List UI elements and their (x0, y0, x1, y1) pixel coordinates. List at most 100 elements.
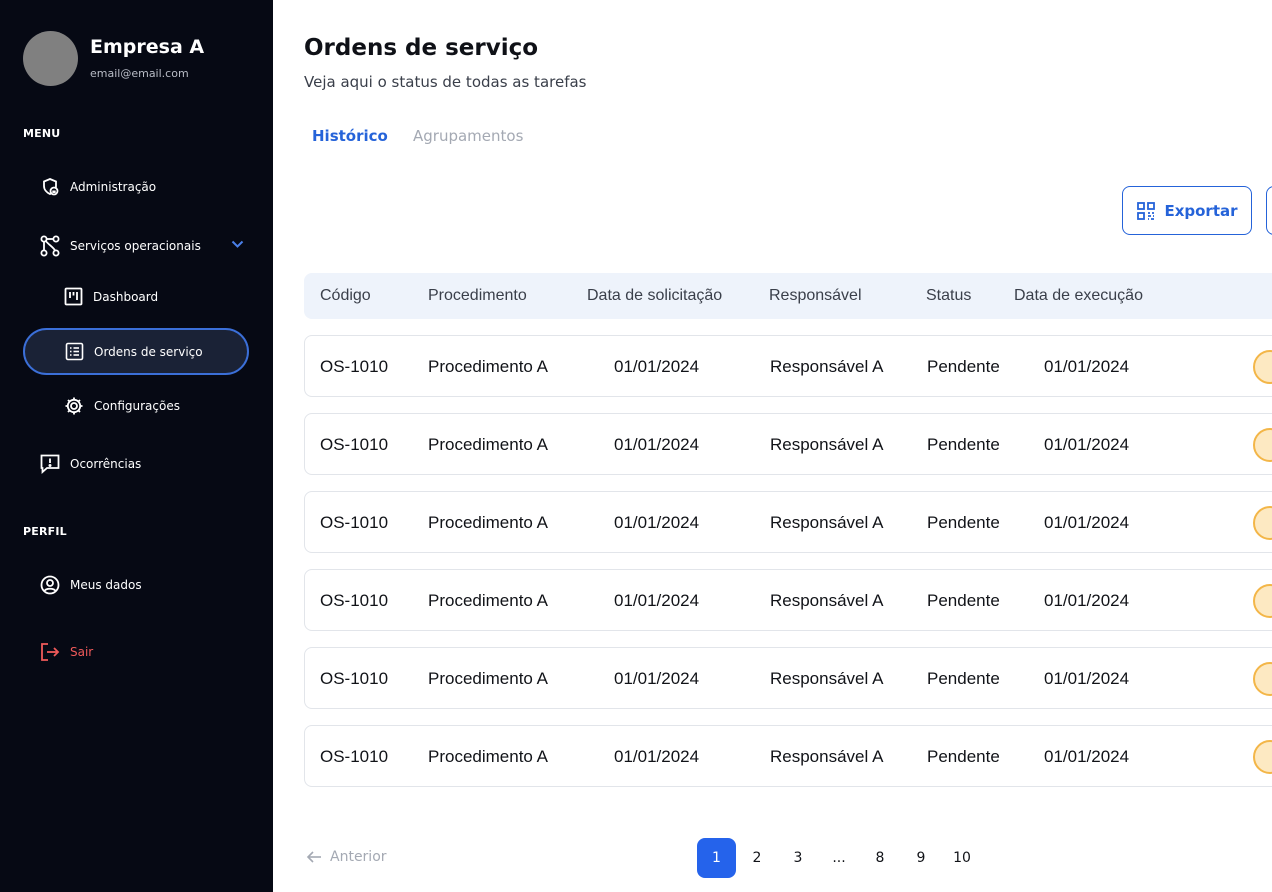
sidebar-item-sair[interactable]: Sair (40, 642, 93, 662)
cell-responsavel: Responsável A (770, 435, 884, 454)
pending-clock-icon[interactable] (1253, 740, 1272, 774)
export-button-label: Exportar (1164, 201, 1238, 220)
column-header[interactable]: Status (926, 287, 971, 305)
chevron-down-icon[interactable] (231, 239, 244, 249)
cell-data-solicitacao: 01/01/2024 (614, 435, 700, 454)
cell-procedimento: Procedimento A (428, 747, 549, 766)
pending-clock-icon[interactable] (1253, 506, 1272, 540)
qr-code-icon (1137, 201, 1156, 220)
sidebar-item-administracao[interactable]: Administração (40, 177, 156, 197)
logout-icon (41, 643, 60, 661)
avatar[interactable] (23, 31, 78, 86)
cell-data-execucao: 01/01/2024 (1044, 435, 1130, 454)
column-header[interactable]: Responsável (769, 287, 862, 305)
company-name: Empresa A (90, 36, 205, 58)
sidebar: Empresa A email@email.com MENU Administr… (0, 0, 273, 892)
pagination-previous-label: Anterior (330, 849, 387, 865)
column-header[interactable]: Código (320, 287, 371, 305)
sidebar-item-servicos-operacionais[interactable]: Serviços operacionais (40, 235, 201, 257)
pending-clock-icon[interactable] (1253, 662, 1272, 696)
pending-clock-icon[interactable] (1253, 428, 1272, 462)
cell-status: Pendente (927, 357, 1000, 376)
table-row[interactable]: OS-1010 Procedimento A 01/01/2024 Respon… (304, 569, 1272, 631)
sidebar-item-label: Serviços operacionais (70, 239, 201, 253)
cell-status: Pendente (927, 669, 1000, 688)
perfil-section-label: PERFIL (23, 525, 67, 538)
cell-responsavel: Responsável A (770, 591, 884, 610)
alert-message-icon (40, 454, 60, 474)
cell-data-solicitacao: 01/01/2024 (614, 591, 700, 610)
cell-status: Pendente (927, 513, 1000, 532)
column-header[interactable]: Data de solicitação (587, 287, 722, 305)
page-ellipsis: ... (832, 850, 846, 866)
cell-codigo: OS-1010 (320, 591, 389, 610)
menu-section-label: MENU (23, 127, 61, 140)
page-title: Ordens de serviço (304, 35, 539, 61)
column-header[interactable]: Procedimento (428, 287, 527, 305)
cell-data-execucao: 01/01/2024 (1044, 513, 1130, 532)
cell-codigo: OS-1010 (320, 669, 389, 688)
sidebar-item-label: Configurações (94, 399, 180, 413)
shield-lock-icon (43, 178, 59, 196)
cell-status: Pendente (927, 435, 1000, 454)
cell-data-execucao: 01/01/2024 (1044, 357, 1130, 376)
sidebar-item-label: Meus dados (70, 578, 142, 592)
cell-procedimento: Procedimento A (428, 435, 549, 454)
sidebar-item-ocorrencias[interactable]: Ocorrências (40, 454, 141, 474)
cell-responsavel: Responsável A (770, 747, 884, 766)
sidebar-item-dashboard[interactable]: Dashboard (64, 287, 158, 306)
cell-status: Pendente (927, 591, 1000, 610)
page-button-10[interactable]: 10 (950, 838, 974, 878)
page-button-2[interactable]: 2 (747, 838, 767, 878)
toolbar-extra-button[interactable] (1266, 186, 1272, 235)
table-row[interactable]: OS-1010 Procedimento A 01/01/2024 Respon… (304, 413, 1272, 475)
table-header: Código Procedimento Data de solicitação … (304, 273, 1272, 319)
tab-agrupamentos[interactable]: Agrupamentos (413, 127, 523, 145)
page-subtitle: Veja aqui o status de todas as tarefas (304, 73, 587, 91)
arrow-left-icon (306, 851, 321, 863)
sidebar-item-label: Ordens de serviço (94, 344, 203, 359)
cell-data-solicitacao: 01/01/2024 (614, 357, 700, 376)
page-button-9[interactable]: 9 (911, 838, 931, 878)
cell-codigo: OS-1010 (320, 357, 389, 376)
tab-historico[interactable]: Histórico (312, 127, 388, 145)
sidebar-item-label: Dashboard (93, 289, 159, 304)
pending-clock-icon[interactable] (1253, 584, 1272, 618)
app-root: Empresa A email@email.com MENU Administr… (0, 0, 1272, 892)
table-row[interactable]: OS-1010 Procedimento A 01/01/2024 Respon… (304, 335, 1272, 397)
table-row[interactable]: OS-1010 Procedimento A 01/01/2024 Respon… (304, 647, 1272, 709)
cell-procedimento: Procedimento A (428, 357, 549, 376)
user-email: email@email.com (90, 67, 189, 80)
cell-data-execucao: 01/01/2024 (1044, 591, 1130, 610)
cell-codigo: OS-1010 (320, 513, 389, 532)
cell-procedimento: Procedimento A (428, 669, 549, 688)
cell-procedimento: Procedimento A (428, 513, 549, 532)
sidebar-item-meus-dados[interactable]: Meus dados (40, 575, 142, 595)
main-content: Ordens de serviço Veja aqui o status de … (273, 0, 1272, 892)
cell-responsavel: Responsável A (770, 513, 884, 532)
cell-data-execucao: 01/01/2024 (1044, 747, 1130, 766)
cell-responsavel: Responsável A (770, 669, 884, 688)
page-button-1[interactable]: 1 (697, 838, 736, 878)
table-row[interactable]: OS-1010 Procedimento A 01/01/2024 Respon… (304, 725, 1272, 787)
page-button-8[interactable]: 8 (870, 838, 890, 878)
cell-data-solicitacao: 01/01/2024 (614, 747, 700, 766)
sidebar-item-configuracoes[interactable]: Configurações (64, 396, 180, 416)
table-row[interactable]: OS-1010 Procedimento A 01/01/2024 Respon… (304, 491, 1272, 553)
cell-data-execucao: 01/01/2024 (1044, 669, 1130, 688)
page-button-3[interactable]: 3 (788, 838, 808, 878)
pending-clock-icon[interactable] (1253, 350, 1272, 384)
cell-data-solicitacao: 01/01/2024 (614, 513, 700, 532)
cell-status: Pendente (927, 747, 1000, 766)
cell-codigo: OS-1010 (320, 747, 389, 766)
cell-procedimento: Procedimento A (428, 591, 549, 610)
export-button[interactable]: Exportar (1122, 186, 1252, 235)
sidebar-item-label: Administração (70, 180, 157, 194)
sidebar-item-ordens-de-servico[interactable]: Ordens de serviço (23, 328, 249, 375)
cell-data-solicitacao: 01/01/2024 (614, 669, 700, 688)
column-header[interactable]: Data de execução (1014, 287, 1143, 305)
pagination-previous[interactable]: Anterior (306, 849, 387, 865)
list-icon (65, 342, 84, 361)
user-circle-icon (40, 575, 60, 595)
workflow-icon (40, 235, 60, 257)
